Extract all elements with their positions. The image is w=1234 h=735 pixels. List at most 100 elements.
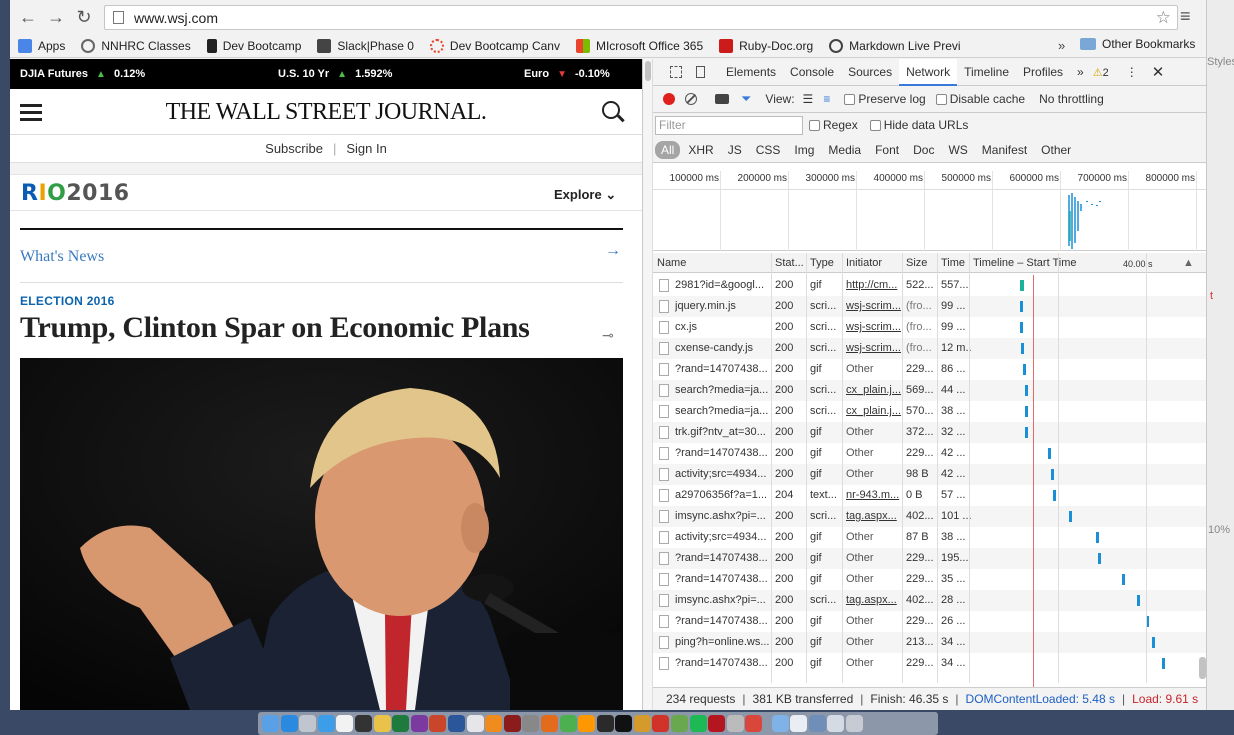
stack-icon[interactable] (808, 715, 826, 732)
scroll-thumb[interactable] (645, 61, 651, 81)
tab-console[interactable]: Console (783, 59, 841, 86)
type-filter-media[interactable]: Media (822, 141, 867, 159)
reload-icon[interactable]: ↻ (70, 3, 98, 31)
activity-monitor-icon[interactable] (596, 715, 614, 732)
bookmark-office[interactable]: MIcrosoft Office 365 (575, 38, 703, 53)
hide-data-urls-checkbox[interactable] (869, 119, 881, 131)
grid-scrollbar[interactable] (1198, 275, 1206, 683)
sublime-icon[interactable] (578, 715, 596, 732)
table-row[interactable]: imsync.ashx?pi=... 200 scri... tag.aspx... 4… (653, 590, 1206, 611)
scroll-thumb[interactable] (1199, 657, 1206, 679)
column-type[interactable]: Type (810, 257, 834, 269)
column-time[interactable]: Time (941, 257, 965, 269)
type-filter-doc[interactable]: Doc (907, 141, 940, 159)
preview-icon[interactable] (726, 715, 744, 732)
ticker-10yr[interactable]: U.S. 10 Yr ▲ 1.592% (278, 68, 392, 80)
tab-elements[interactable]: Elements (719, 59, 783, 86)
app-store-icon[interactable] (280, 715, 298, 732)
downloads-icon[interactable] (771, 715, 789, 732)
table-row[interactable]: imsync.ashx?pi=... 200 scri... tag.aspx... 4… (653, 506, 1206, 527)
waterfall-bar[interactable] (1096, 532, 1099, 543)
itunes-icon[interactable] (466, 715, 484, 732)
bookmark-dev-bootcamp[interactable]: Dev Bootcamp (206, 38, 301, 53)
cell-initiator[interactable]: tag.aspx... (846, 594, 903, 606)
browser-menu-icon[interactable]: ≡ (1180, 7, 1191, 25)
url-text[interactable]: www.wsj.com (134, 10, 1156, 26)
article-kicker[interactable]: ELECTION 2016 (20, 294, 115, 308)
waterfall-bar[interactable] (1152, 637, 1155, 648)
table-row[interactable]: activity;src=4934... 200 gif Other 98 B 42 ..… (653, 464, 1206, 485)
devtools-menu-icon[interactable]: ⋮ (1119, 59, 1145, 86)
address-bar[interactable]: www.wsj.com ☆ (104, 5, 1178, 30)
table-row[interactable]: ?rand=14707438... 200 gif Other 229... 26 ... (653, 611, 1206, 632)
table-row[interactable]: cx.js 200 scri... wsj-scrim... (fro... 99 ... (653, 317, 1206, 338)
ticker-euro[interactable]: Euro ▼ -0.10% (524, 68, 610, 80)
bookmark-nnhrc[interactable]: NNHRC Classes (81, 38, 191, 53)
powerpoint-icon[interactable] (429, 715, 447, 732)
documents-icon[interactable] (790, 715, 808, 732)
maps-icon[interactable] (671, 715, 689, 732)
type-filter-css[interactable]: CSS (750, 141, 787, 159)
type-filter-js[interactable]: JS (722, 141, 748, 159)
clear-icon[interactable] (685, 93, 697, 105)
column-size[interactable]: Size (906, 257, 927, 269)
filter-input[interactable]: Filter (655, 115, 803, 135)
terminal-icon[interactable] (615, 715, 633, 732)
camera-icon[interactable] (715, 94, 729, 104)
column-timeline[interactable]: Timeline – Start Time (973, 257, 1077, 269)
app-icon[interactable] (745, 715, 763, 732)
waterfall-bar[interactable] (1051, 469, 1054, 480)
bookmark-slack[interactable]: Slack|Phase 0 (317, 38, 414, 53)
cell-initiator[interactable]: cx_plain.j... (846, 405, 903, 417)
waterfall-bar[interactable] (1021, 343, 1024, 354)
table-row[interactable]: ping?h=online.ws... 200 gif Other 213... 34 .… (653, 632, 1206, 653)
other-bookmarks[interactable]: Other Bookmarks (1080, 37, 1195, 51)
masthead-logo[interactable]: THE WALL STREET JOURNAL. (10, 99, 642, 126)
preserve-log-checkbox[interactable] (844, 93, 856, 105)
waterfall-bar[interactable] (1025, 427, 1028, 438)
waterfall-bar[interactable] (1020, 322, 1023, 333)
table-row[interactable]: a29706356f?a=1... 204 text... nr-943.m... 0 … (653, 485, 1206, 506)
waterfall-bar[interactable] (1137, 595, 1140, 606)
waterfall-bar[interactable] (1025, 406, 1028, 417)
sign-in-link[interactable]: Sign In (346, 141, 386, 156)
launchpad-icon[interactable] (299, 715, 317, 732)
trash-icon[interactable] (846, 715, 863, 732)
rio-2016-logo[interactable]: RIO2016 (21, 181, 130, 206)
table-row[interactable]: ?rand=14707438... 200 gif Other 229... 42 ... (653, 443, 1206, 464)
table-row[interactable]: cxense-candy.js 200 scri... wsj-scrim... (fr… (653, 338, 1206, 359)
cell-initiator[interactable]: http://cm... (846, 279, 903, 291)
more-tabs-icon[interactable]: » (1070, 59, 1091, 86)
onenote-icon[interactable] (410, 715, 428, 732)
disable-cache-checkbox[interactable] (935, 93, 947, 105)
photos-icon[interactable] (373, 715, 391, 732)
search-icon[interactable] (602, 101, 620, 119)
type-filter-xhr[interactable]: XHR (682, 141, 719, 159)
waterfall-bar[interactable] (1098, 553, 1101, 564)
acrobat-icon[interactable] (652, 715, 670, 732)
table-row[interactable]: trk.gif?ntv_at=30... 200 gif Other 372... 32 … (653, 422, 1206, 443)
type-filter-all[interactable]: All (655, 140, 681, 159)
tab-sources[interactable]: Sources (841, 59, 899, 86)
inspect-element-icon[interactable] (670, 66, 682, 78)
cell-initiator[interactable]: wsj-scrim... (846, 342, 903, 354)
system-preferences-icon[interactable] (522, 715, 540, 732)
cell-initiator[interactable]: wsj-scrim... (846, 300, 903, 312)
warning-icon[interactable]: ⚠2 (1093, 66, 1109, 79)
waterfall-bar[interactable] (1020, 301, 1023, 312)
waterfall-bar[interactable] (1053, 490, 1056, 501)
waterfall-bar[interactable] (1020, 280, 1024, 291)
page-scrollbar[interactable] (643, 59, 653, 710)
table-row[interactable]: ?rand=14707438... 200 gif Other 229... 34 ... (653, 653, 1206, 674)
dashboard-icon[interactable] (354, 715, 372, 732)
tab-network[interactable]: Network (899, 58, 958, 86)
table-row[interactable]: jquery.min.js 200 scri... wsj-scrim... (fro.… (653, 296, 1206, 317)
explore-dropdown[interactable]: Explore ⌄ (554, 187, 616, 203)
article-photo[interactable] (20, 358, 623, 710)
throttling-select[interactable]: No throttling (1039, 92, 1104, 106)
waterfall-bar[interactable] (1162, 658, 1165, 669)
cell-initiator[interactable]: nr-943.m... (846, 489, 903, 501)
type-filter-font[interactable]: Font (869, 141, 905, 159)
ibooks-icon[interactable] (485, 715, 503, 732)
type-filter-ws[interactable]: WS (942, 141, 973, 159)
